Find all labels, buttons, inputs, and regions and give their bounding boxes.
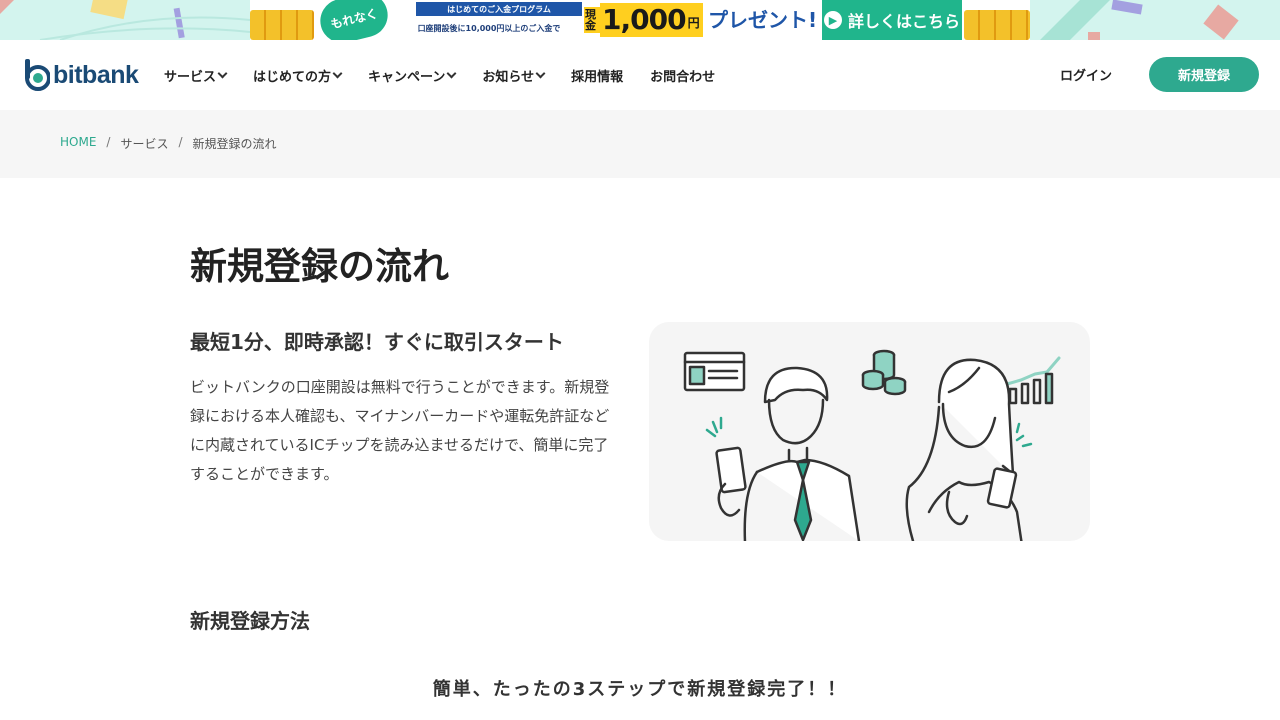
nav-item-label: キャンペーン [368,69,446,85]
nav-item-services[interactable]: サービス [164,66,228,85]
nav-item-campaigns[interactable]: キャンペーン [368,66,457,85]
nav-item-label: サービス [164,69,217,85]
bitbank-logo[interactable]: bitbank [24,59,139,91]
chevron-down-icon [332,68,343,79]
amount-value: 1,000 [600,3,688,37]
present-text: プレゼント! [708,8,818,32]
nav-item-label: お知らせ [482,69,535,85]
steps-title: 簡単、たったの3ステップで新規登録完了！！ [432,679,848,700]
id-card-icon [683,351,746,392]
yen-unit: 円 [687,3,703,37]
growth-chart-icon [1005,356,1061,405]
coins-illustration-right [964,10,1030,40]
breadcrumb: HOME / サービス / 新規登録の流れ [60,135,277,152]
nav-item-label: はじめての方 [253,69,332,85]
signup-button[interactable]: 新規登録 [1149,57,1259,92]
promo-banner[interactable]: もれなく はじめてのご入金プログラム 口座開設後に10,000円以上のご入金で … [0,0,1280,40]
nav-item-label: お問合わせ [650,69,716,85]
man-illustration [705,366,861,541]
lead-title: 最短1分、即時承認！すぐに取引スタート [190,330,564,354]
page-title: 新規登録の流れ [190,245,449,288]
nav-item-label: 採用情報 [571,69,624,85]
login-link[interactable]: ログイン [1060,65,1112,84]
main-content: 新規登録の流れ 最短1分、即時承認！すぐに取引スタート ビットバンクの口座開設は… [0,178,1280,720]
banner-center: もれなく はじめてのご入金プログラム 口座開設後に10,000円以上のご入金で … [250,0,1030,40]
breadcrumb-home[interactable]: HOME [60,135,96,152]
nav-item-careers[interactable]: 採用情報 [571,66,623,85]
chevron-down-icon [217,68,228,79]
arrow-right-icon: ▶ [823,11,842,29]
woman-illustration [905,358,1033,541]
nav-item-beginners[interactable]: はじめての方 [253,66,343,85]
banner-badge: もれなく [315,0,393,40]
breadcrumb-separator: / [106,135,111,149]
site-header: bitbank サービス はじめての方 キャンペーン お知らせ 採用情報 お問合… [0,40,1280,110]
signup-illustration [649,322,1090,541]
lead-text: ビットバンクの口座開設は無料で行うことができます。新規登録における本人確認も、マ… [190,378,610,483]
breadcrumb-separator: / [178,135,183,149]
program-label: はじめてのご入金プログラム [416,2,582,16]
chevron-down-icon [535,68,546,79]
condition-text: 口座開設後に10,000円以上のご入金で [417,23,561,33]
breadcrumb-current: 新規登録の流れ [192,137,277,151]
nav-item-news[interactable]: お知らせ [482,66,546,85]
logo-mark-icon [25,59,50,91]
banner-detail-label: 詳しくはこちら [847,12,960,31]
banner-detail-button[interactable]: ▶ 詳しくはこちら [822,0,962,40]
cash-amount: 現金 1,000 円 [584,0,703,40]
nav-item-contact[interactable]: お問合わせ [650,66,715,85]
coins-icon [861,349,907,396]
breadcrumb-services[interactable]: サービス [120,135,168,152]
coins-illustration [250,10,314,40]
logo-text: bitbank [53,61,139,89]
chevron-down-icon [446,68,457,79]
main-nav: サービス はじめての方 キャンペーン お知らせ 採用情報 お問合わせ [164,40,742,110]
section-title: 新規登録方法 [190,609,310,633]
cash-prefix: 現金 [584,7,600,33]
breadcrumb-bar: HOME / サービス / 新規登録の流れ [0,110,1280,178]
